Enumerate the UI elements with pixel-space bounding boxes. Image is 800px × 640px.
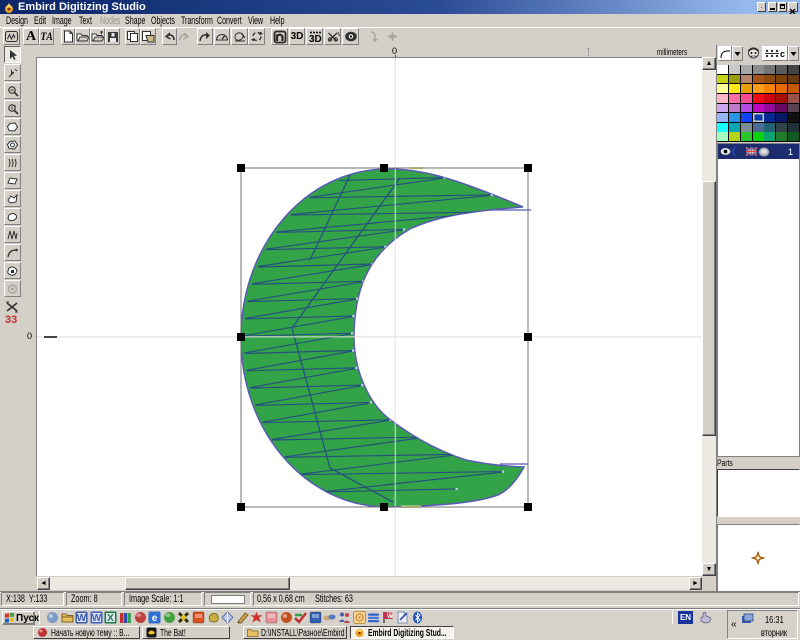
svg-text:c: c (780, 49, 785, 59)
svg-text:W: W (387, 614, 393, 620)
svg-text:e: e (152, 613, 158, 624)
svg-text:X: X (108, 613, 115, 624)
svg-text:3D: 3D (309, 34, 322, 44)
svg-text:W: W (77, 613, 87, 624)
svg-text:W: W (92, 613, 102, 624)
svg-text:1: 1 (788, 147, 793, 157)
